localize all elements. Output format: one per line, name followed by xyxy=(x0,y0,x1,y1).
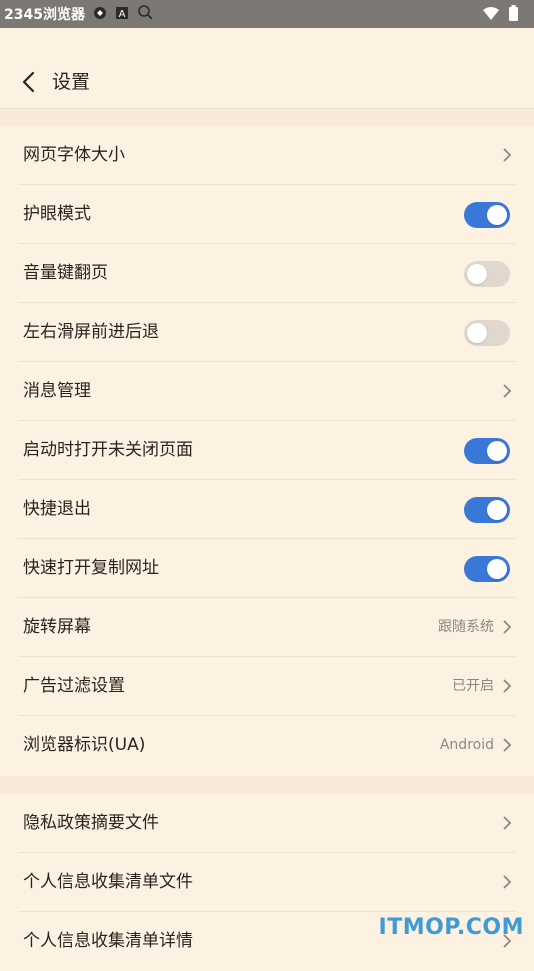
status-bar: 2345浏览器 A xyxy=(0,0,534,28)
setting-label: 广告过滤设置 xyxy=(23,657,125,716)
setting-label: 快速打开复制网址 xyxy=(23,539,159,598)
setting-value: 已开启 xyxy=(452,657,494,716)
wifi-icon xyxy=(483,6,499,25)
watermark: ITMOP.COM xyxy=(379,915,524,940)
setting-value: Android xyxy=(440,716,494,775)
setting-label: 网页字体大小 xyxy=(23,126,125,185)
setting-value: 跟随系统 xyxy=(438,598,494,657)
setting-label: 快捷退出 xyxy=(23,480,91,539)
setting-user-agent[interactable]: 浏览器标识(UA) Android xyxy=(0,716,534,775)
toggle-knob xyxy=(467,264,487,284)
page-title: 设置 xyxy=(52,68,90,96)
volume-page-toggle[interactable] xyxy=(464,261,510,287)
setting-message-manage[interactable]: 消息管理 xyxy=(0,362,534,421)
app-bar: 设置 xyxy=(0,28,534,109)
setting-quick-exit: 快捷退出 xyxy=(0,480,534,539)
browser-badge-icon xyxy=(93,5,107,24)
toggle-knob xyxy=(487,441,507,461)
setting-volume-page: 音量键翻页 xyxy=(0,244,534,303)
setting-ad-filter[interactable]: 广告过滤设置 已开启 xyxy=(0,657,534,716)
setting-restore-pages: 启动时打开未关闭页面 xyxy=(0,421,534,480)
quick-exit-toggle[interactable] xyxy=(464,497,510,523)
setting-eye-care: 护眼模式 xyxy=(0,185,534,244)
setting-font-size[interactable]: 网页字体大小 xyxy=(0,126,534,185)
section-divider xyxy=(0,109,534,126)
restore-pages-toggle[interactable] xyxy=(464,438,510,464)
chevron-right-icon xyxy=(500,619,514,635)
toggle-knob xyxy=(487,500,507,520)
toggle-knob xyxy=(487,205,507,225)
setting-label: 护眼模式 xyxy=(23,185,91,244)
setting-rotate-screen[interactable]: 旋转屏幕 跟随系统 xyxy=(0,598,534,657)
chevron-right-icon xyxy=(500,737,514,753)
toggle-knob xyxy=(487,559,507,579)
setting-label: 隐私政策摘要文件 xyxy=(23,794,159,853)
battery-icon xyxy=(509,5,518,25)
setting-label: 消息管理 xyxy=(23,362,91,421)
setting-swipe-nav: 左右滑屏前进后退 xyxy=(0,303,534,362)
svg-text:A: A xyxy=(119,9,126,20)
section-divider xyxy=(0,776,534,794)
chevron-right-icon xyxy=(500,383,514,399)
chevron-left-icon xyxy=(21,71,35,93)
setting-label: 个人信息收集清单详情 xyxy=(23,912,193,971)
setting-privacy-summary[interactable]: 隐私政策摘要文件 xyxy=(0,794,534,853)
setting-label: 音量键翻页 xyxy=(23,244,108,303)
eye-care-toggle[interactable] xyxy=(464,202,510,228)
setting-label: 左右滑屏前进后退 xyxy=(23,303,159,362)
toggle-knob xyxy=(467,323,487,343)
a-icon: A xyxy=(115,5,129,24)
setting-label: 浏览器标识(UA) xyxy=(23,716,145,775)
chevron-right-icon xyxy=(500,147,514,163)
open-copied-url-toggle[interactable] xyxy=(464,556,510,582)
chevron-right-icon xyxy=(500,815,514,831)
chevron-right-icon xyxy=(500,874,514,890)
search-icon xyxy=(137,4,153,24)
setting-label: 旋转屏幕 xyxy=(23,598,91,657)
setting-info-list-file[interactable]: 个人信息收集清单文件 xyxy=(0,853,534,912)
status-app-name: 2345浏览器 xyxy=(4,4,85,24)
setting-label: 启动时打开未关闭页面 xyxy=(23,421,193,480)
swipe-nav-toggle[interactable] xyxy=(464,320,510,346)
chevron-right-icon xyxy=(500,678,514,694)
back-button[interactable] xyxy=(14,68,42,96)
setting-label: 个人信息收集清单文件 xyxy=(23,853,193,912)
setting-open-copied-url: 快速打开复制网址 xyxy=(0,539,534,598)
